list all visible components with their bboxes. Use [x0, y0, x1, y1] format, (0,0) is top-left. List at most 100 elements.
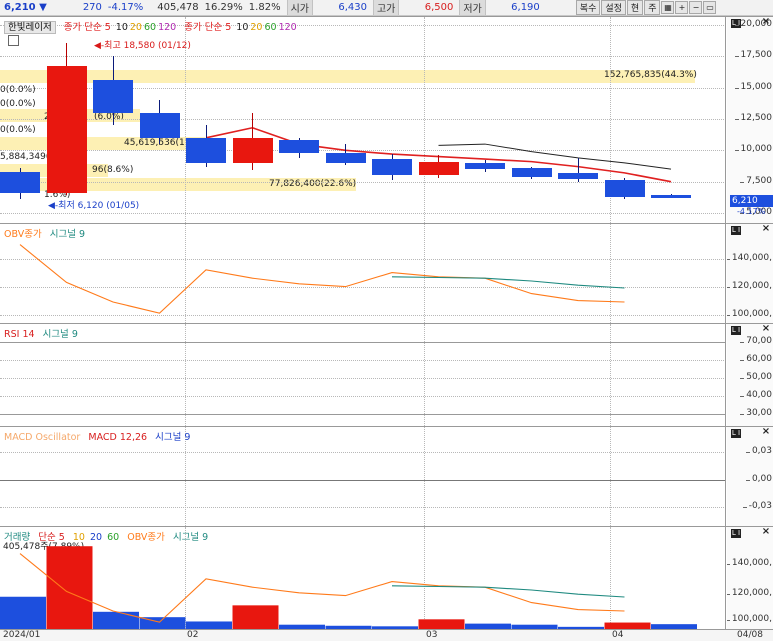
candle[interactable]: [186, 125, 226, 167]
quote-bar: 6,210 ▼ 270 -4.17% 405,478 16.29% 1.82% …: [0, 0, 773, 16]
open-label: 시가: [286, 0, 313, 15]
close-panel-icon[interactable]: ×: [761, 427, 771, 437]
panel-menu-icon[interactable]: L I: [731, 326, 741, 335]
close-panel-icon[interactable]: ×: [761, 224, 771, 234]
grid-line: [0, 378, 725, 379]
grid-line: [0, 360, 725, 361]
close-panel-icon[interactable]: ×: [761, 324, 771, 334]
legend-ma-a-120: 120: [158, 22, 177, 33]
axis-tick: 60,00: [740, 354, 772, 364]
panel-menu-icon[interactable]: L I: [731, 529, 741, 538]
zoom-out-icon[interactable]: −: [689, 1, 703, 14]
candle[interactable]: [279, 137, 319, 158]
candle[interactable]: [465, 160, 505, 172]
legend-rsi-signal: 시그널 9: [42, 329, 78, 340]
legend-macd: MACD 12,26: [88, 432, 148, 443]
candle-body: [511, 167, 552, 177]
axis-tick: -0,03: [742, 501, 772, 511]
price-axis[interactable]: L I × 20,000 17,500 15,000 12,500 10,000 7,50…: [727, 17, 773, 223]
macd-axis[interactable]: L I × 0,03 0,00 -0,03: [727, 427, 773, 526]
volume-plot[interactable]: 거래량 단순 5 10 20 60 OBV종가 시그널 9 405,478주(7…: [0, 527, 726, 629]
candle-body: [372, 159, 412, 176]
candle[interactable]: [418, 155, 459, 178]
legend-volume-ma-60: 60: [107, 532, 120, 543]
candle[interactable]: [558, 157, 598, 182]
settings-button[interactable]: 설정: [601, 0, 626, 15]
legend-volume-ma-10: 10: [72, 532, 85, 543]
candle[interactable]: [139, 100, 180, 145]
low-label: 저가: [459, 0, 486, 15]
candle-body: [465, 162, 505, 170]
axis-tick: 120,000,: [727, 281, 772, 291]
open-value: 6,430: [338, 2, 367, 13]
obv-plot[interactable]: OBV종가 시그널 9: [0, 224, 726, 323]
x-label: 2024/01: [3, 630, 41, 640]
panel-menu-icon[interactable]: L I: [731, 19, 741, 28]
candle-body: [279, 140, 319, 153]
panel-menu-icon[interactable]: L I: [731, 429, 741, 438]
price-change: 270: [82, 2, 102, 13]
zoom-in-icon[interactable]: +: [675, 1, 689, 14]
legend-ma-b: 종가 단순 5: [184, 22, 232, 33]
candle[interactable]: [0, 167, 40, 199]
high-value: 6,500: [424, 2, 454, 13]
axis-tick: 10,000: [734, 144, 772, 155]
window-icon[interactable]: ▭: [703, 1, 717, 14]
candle-body: [651, 195, 691, 198]
last-price-text: 6,210: [732, 196, 758, 206]
axis-tick: 40,00: [740, 390, 772, 400]
candle-body: [232, 137, 273, 163]
candle[interactable]: [511, 166, 552, 180]
current-button[interactable]: 현: [626, 0, 644, 15]
candle-body: [139, 112, 180, 138]
obv-panel[interactable]: OBV종가 시그널 9 L I × 140,000, 120,000, 100,…: [0, 223, 773, 323]
grid-icon[interactable]: ▦: [661, 1, 675, 14]
volume-axis[interactable]: L I × 140,000, 120,000, 100,000,: [727, 527, 773, 629]
axis-tick: 12,500: [734, 113, 772, 123]
volume-bar: [232, 605, 279, 629]
macd-panel[interactable]: MACD Oscillator MACD 12,26 시그널 9 L I × 0…: [0, 426, 773, 526]
axis-tick: 140,000,: [727, 253, 772, 263]
panel-menu-icon[interactable]: L I: [731, 226, 741, 235]
turnover-value: 16.29%: [204, 2, 243, 13]
close-panel-icon[interactable]: ×: [761, 527, 771, 537]
price-plot[interactable]: 한빛레이저 종가 단순 5 10 20 60 120 종가 단순 5 10 20 60 120 …: [0, 17, 726, 223]
axis-tick: 70,00: [740, 336, 772, 346]
candle[interactable]: [93, 56, 133, 126]
multi-button[interactable]: 복수: [575, 0, 601, 15]
last-price-flag: 6,210: [730, 195, 773, 207]
grid-line: [0, 507, 725, 508]
axis-tick: 20,000: [734, 19, 772, 29]
volume-value: 405,478: [157, 2, 199, 13]
rsi-plot[interactable]: RSI 14 시그널 9: [0, 324, 726, 426]
last-pct-text: -4.17%: [737, 207, 766, 216]
price-panel[interactable]: 한빛레이저 종가 단순 5 10 20 60 120 종가 단순 5 10 20 60 120 …: [0, 16, 773, 223]
candle-body: [186, 137, 226, 163]
candle[interactable]: [651, 194, 691, 199]
axis-tick: 100,000,: [727, 614, 772, 624]
price-change-pct: -4.17%: [107, 2, 144, 13]
x-label: 03: [426, 630, 438, 640]
candle[interactable]: [232, 112, 273, 171]
legend-obv: OBV종가: [4, 229, 42, 240]
macd-plot[interactable]: MACD Oscillator MACD 12,26 시그널 9: [0, 427, 726, 526]
candle[interactable]: [46, 42, 87, 196]
candle-body: [0, 171, 40, 193]
rsi-axis[interactable]: L I × 70,00 60,00 50,00 40,00 30,00: [727, 324, 773, 426]
price-legend: 한빛레이저 종가 단순 5 10 20 60 120 종가 단순 5 10 20 60 120: [4, 19, 302, 34]
volume-bar: [46, 546, 93, 629]
candle[interactable]: [372, 154, 412, 181]
high-annotation: ◀-최고 18,580 (01/12): [94, 41, 191, 51]
candle[interactable]: [325, 144, 366, 166]
time-axis[interactable]: 2024/01 02 03 04 04/08: [0, 629, 773, 641]
candle-body: [93, 80, 133, 113]
period-button[interactable]: 주: [644, 0, 661, 15]
rsi-panel[interactable]: RSI 14 시그널 9 L I × 70,00 60,00 50,00 40,…: [0, 323, 773, 426]
x-label: 04: [612, 630, 624, 640]
grid-line: [185, 324, 186, 426]
volume-panel[interactable]: 거래량 단순 5 10 20 60 OBV종가 시그널 9 405,478주(7…: [0, 526, 773, 629]
obv-axis[interactable]: L I × 140,000, 120,000, 100,000,: [727, 224, 773, 323]
candle[interactable]: [604, 177, 645, 200]
low-annotation-text: 최저 6,120 (01/05): [58, 201, 140, 211]
legend-vol-signal: 시그널 9: [172, 532, 209, 543]
